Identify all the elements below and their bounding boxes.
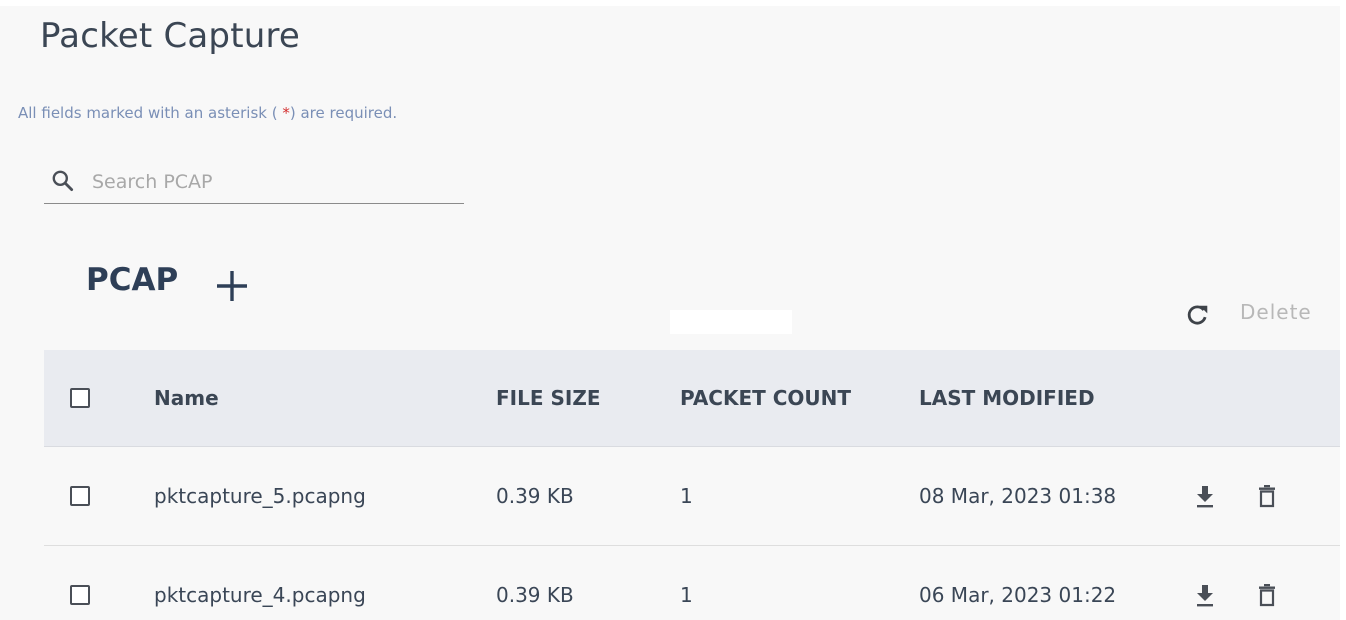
file-name: pktcapture_4.pcapng: [154, 583, 366, 607]
page-title: Packet Capture: [40, 16, 301, 56]
file-name: pktcapture_5.pcapng: [154, 484, 366, 508]
select-all-checkbox[interactable]: [70, 388, 90, 408]
required-note-suffix: ) are required.: [289, 104, 398, 122]
search-bar: [44, 162, 464, 204]
last-modified: 08 Mar, 2023 01:38: [919, 484, 1117, 508]
table-row: pktcapture_5.pcapng 0.39 KB 1 08 Mar, 20…: [44, 447, 1340, 546]
row-checkbox-cell: [70, 447, 90, 545]
file-size: 0.39 KB: [496, 484, 574, 508]
add-pcap-button[interactable]: [214, 268, 250, 304]
pcap-table: Name FILE SIZE PACKET COUNT LAST MODIFIE…: [44, 350, 1340, 620]
refresh-icon: [1187, 305, 1208, 325]
packet-capture-page: Packet Capture All fields marked with an…: [0, 0, 1346, 620]
search-icon: [52, 170, 74, 192]
trash-icon: [1259, 485, 1275, 508]
row-checkbox[interactable]: [70, 585, 90, 605]
trash-icon: [1259, 584, 1275, 607]
select-all-cell: [70, 350, 90, 446]
column-header-last-modified[interactable]: LAST MODIFIED: [919, 350, 1095, 446]
delete-button[interactable]: Delete: [1240, 300, 1312, 324]
section-title: PCAP: [86, 262, 179, 298]
file-size: 0.39 KB: [496, 583, 574, 607]
search-input[interactable]: [90, 166, 454, 198]
table-header-row: Name FILE SIZE PACKET COUNT LAST MODIFIE…: [44, 350, 1340, 447]
refresh-button[interactable]: [1184, 302, 1210, 328]
blank-patch: [670, 310, 792, 334]
column-header-name[interactable]: Name: [154, 350, 219, 446]
download-button[interactable]: [1194, 447, 1216, 545]
table-row: pktcapture_4.pcapng 0.39 KB 1 06 Mar, 20…: [44, 546, 1340, 620]
required-fields-note: All fields marked with an asterisk ( *) …: [18, 104, 397, 122]
row-checkbox-cell: [70, 546, 90, 620]
packet-count: 1: [680, 583, 693, 607]
required-note-prefix: All fields marked with an asterisk (: [18, 104, 283, 122]
download-icon: [1197, 585, 1213, 607]
plus-icon: [217, 271, 247, 301]
column-header-packet-count[interactable]: PACKET COUNT: [680, 350, 851, 446]
last-modified: 06 Mar, 2023 01:22: [919, 583, 1117, 607]
required-asterisk: *: [282, 104, 290, 122]
download-icon: [1197, 486, 1213, 508]
delete-row-button[interactable]: [1256, 546, 1278, 620]
delete-row-button[interactable]: [1256, 447, 1278, 545]
packet-count: 1: [680, 484, 693, 508]
column-header-file-size[interactable]: FILE SIZE: [496, 350, 600, 446]
row-checkbox[interactable]: [70, 486, 90, 506]
download-button[interactable]: [1194, 546, 1216, 620]
